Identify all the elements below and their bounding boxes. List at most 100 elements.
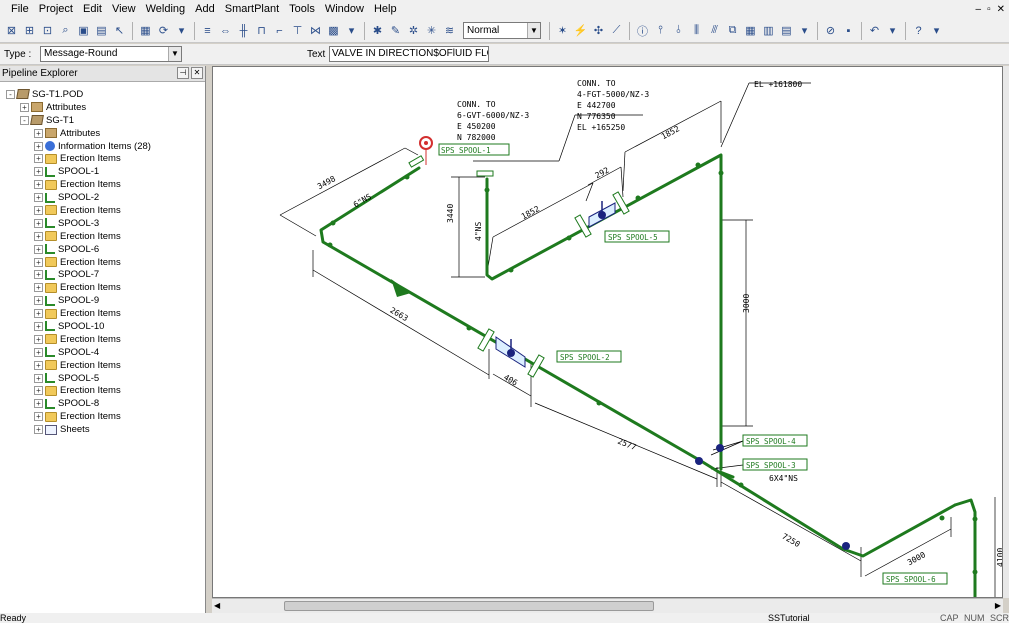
tree-node[interactable]: + SPOOL-8	[0, 397, 205, 410]
spool-break-dot[interactable]	[695, 457, 703, 465]
tree-node[interactable]: + Erection Items	[0, 256, 205, 269]
scroll-right-icon[interactable]: ▶	[995, 601, 1001, 610]
expand-icon[interactable]: +	[34, 412, 43, 422]
spool-tag-3[interactable]: SPS SPOOL-3	[746, 461, 796, 470]
menu-add[interactable]: Add	[190, 0, 220, 19]
spool-tag-5[interactable]: SPS SPOOL-5	[608, 233, 658, 242]
bolt-icon[interactable]: ⚡	[572, 22, 589, 40]
tree-node[interactable]: + Attributes	[0, 127, 205, 140]
tree-node[interactable]: + SPOOL-5	[0, 372, 205, 385]
type-select[interactable]: Message-Round ▼	[40, 46, 182, 62]
pipe-riser[interactable]	[953, 498, 977, 598]
tree-node[interactable]: + SPOOL-9	[0, 294, 205, 307]
expand-icon[interactable]: +	[34, 296, 43, 306]
tree-node[interactable]: + Sheets	[0, 423, 205, 436]
tree-node[interactable]: + SPOOL-10	[0, 320, 205, 333]
tree-node[interactable]: + Erection Items	[0, 204, 205, 217]
expand-icon[interactable]: +	[34, 167, 43, 177]
vertical-scrollbar[interactable]	[1003, 66, 1009, 598]
expand-icon[interactable]: +	[34, 360, 43, 370]
tree-node[interactable]: + SPOOL-1	[0, 165, 205, 178]
expand-icon[interactable]: +	[34, 218, 43, 228]
expand-icon[interactable]: +	[34, 334, 43, 344]
tree-node[interactable]: + Erection Items	[0, 152, 205, 165]
chevron-down-icon[interactable]: ▾	[884, 22, 901, 40]
scroll-left-icon[interactable]: ◀	[214, 601, 220, 610]
tree-node[interactable]: + Erection Items	[0, 230, 205, 243]
tree-node[interactable]: + Erection Items	[0, 359, 205, 372]
menu-edit[interactable]: Edit	[78, 0, 107, 19]
open-icon[interactable]: ⊘	[822, 22, 839, 40]
expand-icon[interactable]: +	[34, 373, 43, 383]
close-button[interactable]: ✕	[997, 4, 1005, 15]
spool-tag-4[interactable]: SPS SPOOL-4	[746, 437, 796, 446]
expand-icon[interactable]: +	[34, 205, 43, 215]
tree-node[interactable]: + Attributes	[0, 101, 205, 114]
tree-node[interactable]: + SPOOL-6	[0, 243, 205, 256]
menu-help[interactable]: Help	[369, 0, 402, 19]
leader-icon[interactable]: ⫻	[706, 22, 723, 40]
spool-tag-6[interactable]: SPS SPOOL-6	[886, 575, 936, 584]
help-icon[interactable]: ?	[910, 22, 927, 40]
expand-icon[interactable]: +	[34, 425, 43, 435]
expand-icon[interactable]: +	[20, 102, 29, 112]
zoom-extents-icon[interactable]: ▣	[75, 22, 92, 40]
weld-number-icon[interactable]: ✳	[423, 22, 440, 40]
expand-icon[interactable]: +	[34, 270, 43, 280]
pan-icon[interactable]: ▤	[93, 22, 110, 40]
menu-view[interactable]: View	[107, 0, 141, 19]
grid-icon[interactable]: ⊞	[21, 22, 38, 40]
restore-button[interactable]: ▫	[987, 4, 991, 15]
tee-icon[interactable]: ⊤	[289, 22, 306, 40]
zoom-icon[interactable]: ⌕	[57, 22, 74, 40]
tree-node[interactable]: + Erection Items	[0, 178, 205, 191]
collapse-icon[interactable]: -	[6, 89, 15, 99]
dimension-icon[interactable]: ⇔	[217, 22, 234, 40]
expand-icon[interactable]: +	[34, 154, 43, 164]
menu-project[interactable]: Project	[34, 0, 78, 19]
properties-icon[interactable]: ▥	[760, 22, 777, 40]
expand-icon[interactable]: +	[34, 321, 43, 331]
chevron-down-icon[interactable]: ▾	[928, 22, 945, 40]
expand-icon[interactable]: +	[34, 257, 43, 267]
flange-icon[interactable]: ╫	[235, 22, 252, 40]
tree-node[interactable]: - SG-T1.POD	[0, 88, 205, 101]
spool-tag-top[interactable]: SPS SPOOL-1	[441, 146, 491, 155]
tag-icon[interactable]: ⫯	[652, 22, 669, 40]
grid-toggle-icon[interactable]: ▩	[325, 22, 342, 40]
tree-node[interactable]: + Erection Items	[0, 410, 205, 423]
pipe-route-icon[interactable]: ≡	[199, 22, 216, 40]
expand-icon[interactable]: +	[34, 386, 43, 396]
close-icon[interactable]: ✕	[191, 67, 203, 79]
weld-symbol-icon[interactable]: ✶	[554, 22, 571, 40]
tree-node[interactable]: + SPOOL-7	[0, 268, 205, 281]
balloon-icon[interactable]: ⧉	[724, 22, 741, 40]
elbow-icon[interactable]: ⌐	[271, 22, 288, 40]
expand-icon[interactable]: +	[34, 347, 43, 357]
tree-node[interactable]: + Information Items (28)	[0, 140, 205, 153]
support-icon[interactable]: ⊓	[253, 22, 270, 40]
fitting-icon[interactable]: ✣	[590, 22, 607, 40]
pin-icon[interactable]: ⊣	[177, 67, 189, 79]
drawing-view-icon[interactable]: ▦	[137, 22, 154, 40]
report-icon[interactable]: ▤	[778, 22, 795, 40]
spacing-icon[interactable]: ⫼	[688, 22, 705, 40]
tree-node[interactable]: + SPOOL-4	[0, 346, 205, 359]
expand-icon[interactable]: +	[34, 141, 43, 151]
menu-window[interactable]: Window	[320, 0, 369, 19]
tree-node[interactable]: + Erection Items	[0, 281, 205, 294]
horizontal-scrollbar[interactable]: ◀ ▶	[212, 598, 1003, 613]
sync-icon[interactable]: ⟳	[155, 22, 172, 40]
expand-icon[interactable]: +	[34, 193, 43, 203]
text-style-icon[interactable]: ≋	[441, 22, 458, 40]
menu-file[interactable]: File	[6, 0, 34, 19]
spool-break-icon[interactable]: ✲	[405, 22, 422, 40]
pipe-spool-5[interactable]	[485, 153, 723, 471]
expand-icon[interactable]: +	[34, 399, 43, 409]
spool-break-dot[interactable]	[716, 444, 724, 452]
tree-node[interactable]: + Erection Items	[0, 384, 205, 397]
expand-icon[interactable]: +	[34, 244, 43, 254]
align-icon[interactable]: ⫰	[670, 22, 687, 40]
zoom-window-icon[interactable]: ⊡	[39, 22, 56, 40]
info-icon[interactable]: ⓘ	[634, 22, 651, 40]
